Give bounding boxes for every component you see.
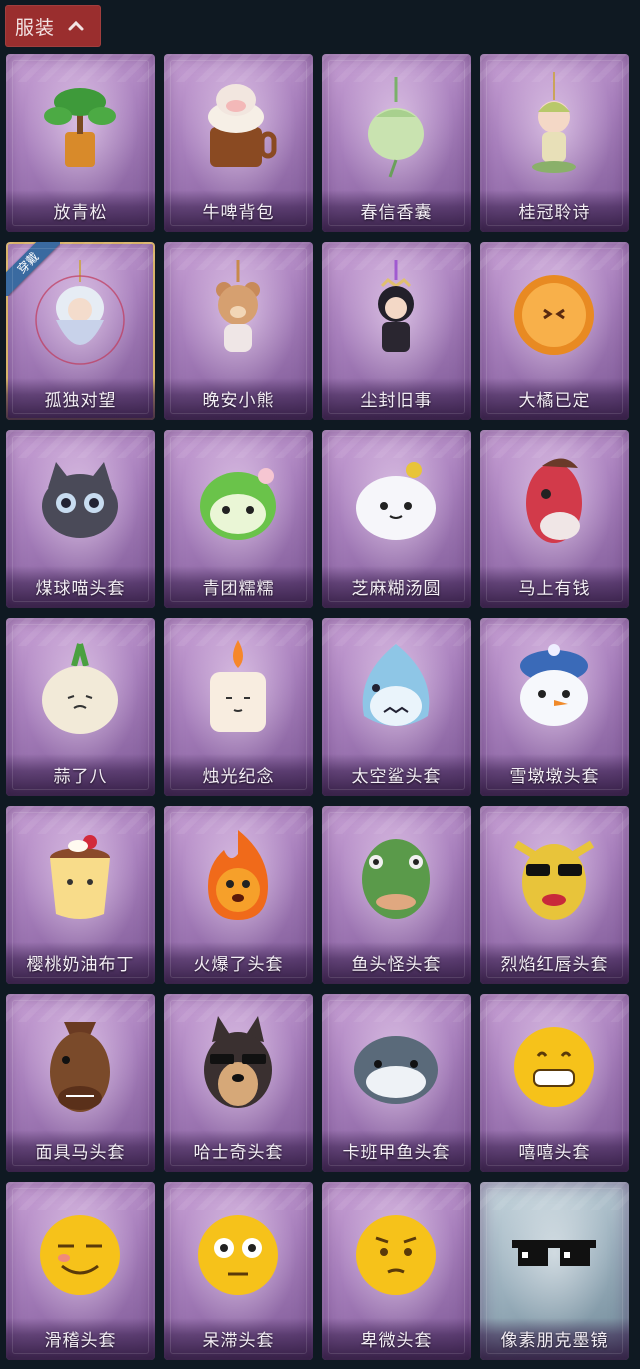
item-name: 烈焰红唇头套	[480, 942, 629, 984]
item-card[interactable]: 放青松	[6, 54, 155, 232]
item-card[interactable]: 煤球喵头套	[6, 430, 155, 608]
item-card[interactable]: 尘封旧事	[322, 242, 471, 420]
item-name: 尘封旧事	[322, 378, 471, 420]
orange-slice-icon	[504, 260, 604, 370]
rice-dumpling-icon	[346, 448, 446, 558]
fire-head-icon	[188, 824, 288, 934]
laurel-fairy-charm-icon	[504, 72, 604, 182]
item-card[interactable]: 穿戴 孤独对望	[6, 242, 155, 420]
item-name: 马上有钱	[480, 566, 629, 608]
smirk-emoji-head-icon	[30, 1200, 130, 1310]
item-card[interactable]: 蒜了八	[6, 618, 155, 796]
item-name: 滑稽头套	[6, 1318, 155, 1360]
item-card[interactable]: 嘻嘻头套	[480, 994, 629, 1172]
item-card[interactable]: 樱桃奶油布丁	[6, 806, 155, 984]
item-name: 烛光纪念	[164, 754, 313, 796]
item-name: 火爆了头套	[164, 942, 313, 984]
bonsai-pine-icon	[30, 72, 130, 182]
item-name: 卡班甲鱼头套	[322, 1130, 471, 1172]
item-name: 孤独对望	[6, 378, 155, 420]
item-name: 哈士奇头套	[164, 1130, 313, 1172]
item-name: 桂冠聆诗	[480, 190, 629, 232]
item-grid: 放青松 牛啤背包 春信香囊 桂冠聆诗穿戴孤独对望 晚安小熊 尘封旧事 大橘已定煤球喵头套 青团…	[0, 54, 629, 1360]
costume-section-toggle[interactable]: 服装	[5, 5, 101, 47]
item-card[interactable]: 滑稽头套	[6, 1182, 155, 1360]
sachet-icon	[346, 72, 446, 182]
husky-head-icon	[188, 1012, 288, 1122]
item-card[interactable]: 春信香囊	[322, 54, 471, 232]
item-name: 太空鲨头套	[322, 754, 471, 796]
red-horse-head-icon	[504, 448, 604, 558]
item-name: 青团糯糯	[164, 566, 313, 608]
item-name: 呆滞头套	[164, 1318, 313, 1360]
item-card[interactable]: 大橘已定	[480, 242, 629, 420]
item-card[interactable]: 太空鲨头套	[322, 618, 471, 796]
item-name: 卑微头套	[322, 1318, 471, 1360]
item-card[interactable]: 哈士奇头套	[164, 994, 313, 1172]
item-name: 春信香囊	[322, 190, 471, 232]
item-name: 雪墩墩头套	[480, 754, 629, 796]
chevron-up-icon	[67, 17, 85, 35]
item-card[interactable]: 呆滞头套	[164, 1182, 313, 1360]
item-card[interactable]: 火爆了头套	[164, 806, 313, 984]
item-name: 晚安小熊	[164, 378, 313, 420]
item-card[interactable]: 烈焰红唇头套	[480, 806, 629, 984]
item-card[interactable]: 烛光纪念	[164, 618, 313, 796]
item-name: 牛啤背包	[164, 190, 313, 232]
snowman-head-icon	[504, 636, 604, 746]
item-card[interactable]: 卡班甲鱼头套	[322, 994, 471, 1172]
item-card[interactable]: 牛啤背包	[164, 54, 313, 232]
grin-emoji-head-icon	[504, 1012, 604, 1122]
item-name: 蒜了八	[6, 754, 155, 796]
item-name: 煤球喵头套	[6, 566, 155, 608]
worn-badge-label: 穿戴	[6, 242, 60, 296]
yellow-mask-sunglasses-icon	[504, 824, 604, 934]
candle-icon	[188, 636, 288, 746]
pixel-sunglasses-icon	[504, 1200, 604, 1310]
item-card[interactable]: 像素朋克墨镜	[480, 1182, 629, 1360]
green-rice-ball-icon	[188, 448, 288, 558]
shy-emoji-head-icon	[346, 1200, 446, 1310]
garlic-icon	[30, 636, 130, 746]
black-cat-head-icon	[30, 448, 130, 558]
pudding-icon	[30, 824, 130, 934]
turtle-head-icon	[346, 1012, 446, 1122]
shark-head-icon	[346, 636, 446, 746]
item-name: 芝麻糊汤圆	[322, 566, 471, 608]
item-name: 大橘已定	[480, 378, 629, 420]
horse-mask-icon	[30, 1012, 130, 1122]
item-name: 嘻嘻头套	[480, 1130, 629, 1172]
cow-beer-mug-icon	[188, 72, 288, 182]
stare-emoji-head-icon	[188, 1200, 288, 1310]
worn-badge: 穿戴	[6, 242, 60, 296]
teddy-bear-charm-icon	[188, 260, 288, 370]
fish-mask-icon	[346, 824, 446, 934]
dark-prince-doll-icon	[346, 260, 446, 370]
item-card[interactable]: 卑微头套	[322, 1182, 471, 1360]
item-name: 放青松	[6, 190, 155, 232]
section-title: 服装	[15, 16, 56, 39]
item-card[interactable]: 桂冠聆诗	[480, 54, 629, 232]
item-card[interactable]: 面具马头套	[6, 994, 155, 1172]
item-name: 面具马头套	[6, 1130, 155, 1172]
item-name: 樱桃奶油布丁	[6, 942, 155, 984]
item-card[interactable]: 雪墩墩头套	[480, 618, 629, 796]
item-card[interactable]: 青团糯糯	[164, 430, 313, 608]
item-card[interactable]: 鱼头怪头套	[322, 806, 471, 984]
item-name: 鱼头怪头套	[322, 942, 471, 984]
item-name: 像素朋克墨镜	[480, 1318, 629, 1360]
item-card[interactable]: 晚安小熊	[164, 242, 313, 420]
item-card[interactable]: 马上有钱	[480, 430, 629, 608]
item-card[interactable]: 芝麻糊汤圆	[322, 430, 471, 608]
